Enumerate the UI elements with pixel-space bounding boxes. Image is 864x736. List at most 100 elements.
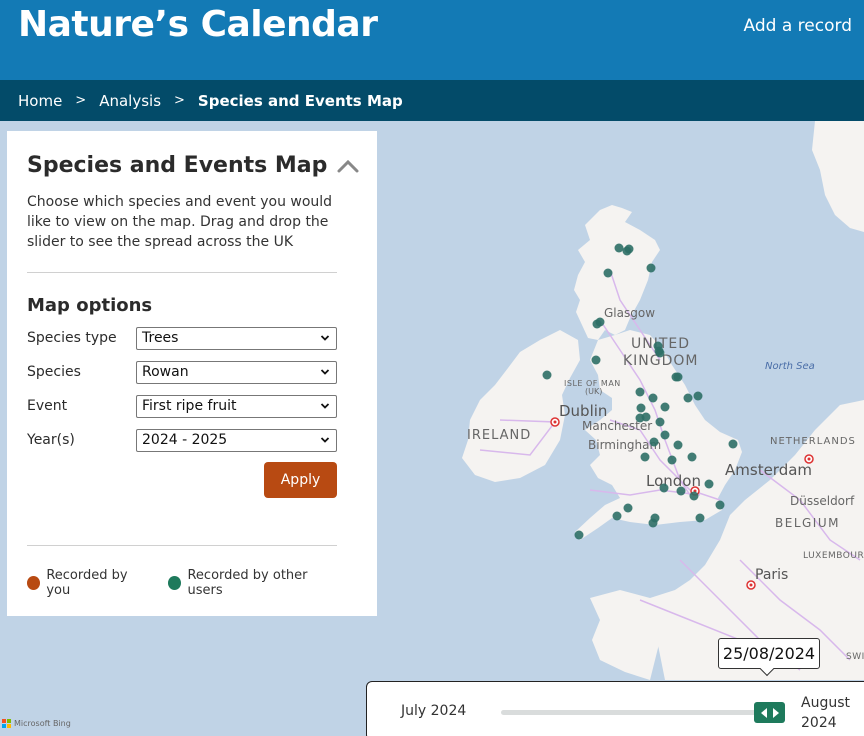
- species-value: Rowan: [142, 364, 189, 380]
- chevron-down-icon: [320, 403, 330, 409]
- divider: [27, 272, 337, 273]
- chevron-down-icon: [320, 369, 330, 375]
- record-marker-other-user[interactable]: [693, 391, 703, 401]
- add-record-link[interactable]: Add a record: [744, 16, 852, 36]
- breadcrumb-home[interactable]: Home: [18, 92, 62, 110]
- legend-dot-you: [27, 576, 41, 590]
- label-switzerland: SWI: [846, 652, 864, 662]
- legend-label-others: Recorded by other users: [187, 568, 308, 598]
- event-select[interactable]: First ripe fruit: [136, 394, 337, 418]
- slider-end-month: August: [801, 695, 850, 711]
- record-marker-other-user[interactable]: [704, 479, 714, 489]
- label-dublin: Dublin: [559, 402, 607, 420]
- record-marker-other-user[interactable]: [728, 439, 738, 449]
- record-marker-other-user[interactable]: [640, 452, 650, 462]
- legend-label-you: Recorded by you: [46, 568, 128, 598]
- capital-marker-paris: [746, 580, 756, 590]
- label-ireland: IRELAND: [467, 428, 531, 443]
- slider-date-tooltip: 25/08/2024: [718, 638, 820, 669]
- record-marker-other-user[interactable]: [667, 455, 677, 465]
- record-marker-other-user[interactable]: [689, 491, 699, 501]
- label-dusseldorf: Düsseldorf: [790, 494, 855, 508]
- slider-handle[interactable]: [754, 702, 785, 723]
- record-marker-other-user[interactable]: [648, 518, 658, 528]
- label-amsterdam: Amsterdam: [725, 461, 812, 479]
- record-marker-other-user[interactable]: [591, 355, 601, 365]
- record-marker-other-user[interactable]: [687, 452, 697, 462]
- record-marker-other-user[interactable]: [649, 437, 659, 447]
- apply-button[interactable]: Apply: [264, 462, 337, 498]
- breadcrumb-analysis[interactable]: Analysis: [99, 92, 161, 110]
- record-marker-other-user[interactable]: [574, 530, 584, 540]
- collapse-panel-button[interactable]: [335, 155, 361, 177]
- chevron-down-icon: [320, 437, 330, 443]
- record-marker-other-user[interactable]: [715, 500, 725, 510]
- panel-title: Species and Events Map: [27, 153, 328, 178]
- record-marker-other-user[interactable]: [623, 503, 633, 513]
- species-row: Species Rowan: [27, 360, 357, 384]
- record-marker-other-user[interactable]: [603, 268, 613, 278]
- legend: Recorded by you Recorded by other users: [27, 568, 357, 598]
- chevron-down-icon: [320, 335, 330, 341]
- slider-track[interactable]: [501, 710, 763, 715]
- label-north-sea: North Sea: [765, 361, 815, 372]
- record-marker-other-user[interactable]: [659, 483, 669, 493]
- drag-arrows-icon: [760, 707, 779, 718]
- species-type-select[interactable]: Trees: [136, 326, 337, 350]
- slider-end-label: August 2024: [801, 693, 850, 733]
- species-type-label: Species type: [27, 330, 117, 346]
- divider: [27, 545, 337, 546]
- record-marker-other-user[interactable]: [641, 412, 651, 422]
- record-marker-other-user[interactable]: [646, 263, 656, 273]
- record-marker-other-user[interactable]: [635, 387, 645, 397]
- years-label: Year(s): [27, 432, 75, 448]
- record-marker-other-user[interactable]: [648, 393, 658, 403]
- label-netherlands: NETHERLANDS: [770, 436, 856, 447]
- record-marker-other-user[interactable]: [673, 440, 683, 450]
- species-label: Species: [27, 364, 81, 380]
- record-marker-other-user[interactable]: [695, 513, 705, 523]
- record-marker-other-user[interactable]: [542, 370, 552, 380]
- record-marker-other-user[interactable]: [676, 486, 686, 496]
- species-type-row: Species type Trees: [27, 326, 357, 350]
- species-select[interactable]: Rowan: [136, 360, 337, 384]
- record-marker-other-user[interactable]: [683, 393, 693, 403]
- legend-item-others: Recorded by other users: [168, 568, 339, 598]
- years-row: Year(s) 2024 - 2025: [27, 428, 357, 452]
- label-glasgow: Glasgow: [604, 306, 655, 320]
- legend-dot-others: [168, 576, 182, 590]
- record-marker-other-user[interactable]: [595, 317, 605, 327]
- record-marker-other-user[interactable]: [673, 372, 683, 382]
- attribution-text: Microsoft Bing: [14, 719, 71, 728]
- event-row: Event First ripe fruit: [27, 394, 357, 418]
- event-value: First ripe fruit: [142, 398, 237, 414]
- capital-marker-dublin: [550, 417, 560, 427]
- label-paris: Paris: [755, 567, 788, 583]
- map-attribution: Microsoft Bing: [2, 719, 71, 728]
- slider-end-year: 2024: [801, 715, 837, 731]
- record-marker-other-user[interactable]: [614, 243, 624, 253]
- map-options-title: Map options: [27, 295, 153, 316]
- species-type-value: Trees: [142, 330, 179, 346]
- chevron-up-icon: [337, 159, 359, 173]
- record-marker-other-user[interactable]: [660, 402, 670, 412]
- event-label: Event: [27, 398, 68, 414]
- breadcrumb-separator: >: [174, 93, 185, 108]
- years-select[interactable]: 2024 - 2025: [136, 428, 337, 452]
- record-marker-other-user[interactable]: [612, 511, 622, 521]
- breadcrumb-current: Species and Events Map: [197, 91, 403, 110]
- site-header: Nature’s Calendar Add a record: [0, 0, 864, 80]
- record-marker-other-user[interactable]: [660, 430, 670, 440]
- apply-row: Apply: [27, 462, 337, 498]
- label-luxembourg: LUXEMBOUR: [803, 551, 864, 561]
- capital-marker-amsterdam: [804, 454, 814, 464]
- record-marker-other-user[interactable]: [654, 346, 664, 356]
- breadcrumb: Home > Analysis > Species and Events Map: [0, 80, 864, 121]
- legend-item-you: Recorded by you: [27, 568, 150, 598]
- record-marker-other-user[interactable]: [636, 403, 646, 413]
- site-title[interactable]: Nature’s Calendar: [18, 4, 378, 45]
- record-marker-other-user[interactable]: [655, 417, 665, 427]
- slider-start-label: July 2024: [401, 703, 467, 719]
- record-marker-other-user[interactable]: [624, 244, 634, 254]
- label-isle-of-man-uk: (UK): [585, 387, 602, 396]
